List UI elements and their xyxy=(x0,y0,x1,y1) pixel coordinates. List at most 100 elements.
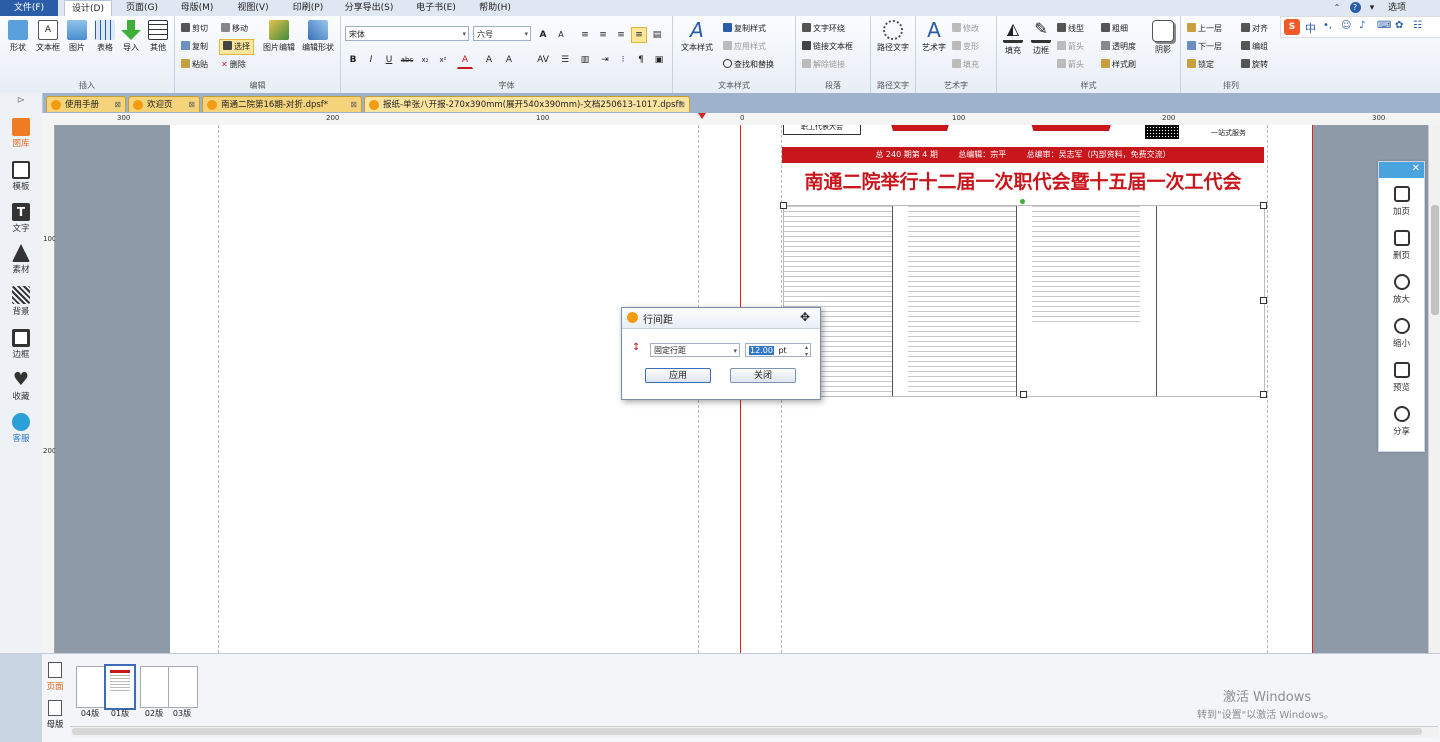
transparency-button[interactable]: 透明度 xyxy=(1101,40,1136,54)
sogou-logo-icon[interactable]: S xyxy=(1284,19,1300,35)
path-text-button[interactable]: 路径文字 xyxy=(873,20,913,53)
ime-chinese-icon[interactable]: 中 xyxy=(1305,20,1316,36)
lock-button[interactable]: 锁定 xyxy=(1187,58,1214,72)
dialog-titlebar[interactable]: 行间距 ✥ xyxy=(622,308,820,329)
selection-handle[interactable] xyxy=(1260,297,1267,304)
spacing-value-input[interactable]: 12.00 pt ▴ ▾ xyxy=(745,343,811,358)
font-color-icon[interactable]: A xyxy=(457,52,473,69)
tab-newspaper-active[interactable]: 报纸-单张八开报-270x390mm(展开540x390mm)-文档250613… xyxy=(364,96,690,112)
share-button[interactable]: 分享 xyxy=(1379,406,1424,437)
text-wrap-button[interactable]: 文字环绕 xyxy=(802,22,845,36)
menu-view[interactable]: 视图(V) xyxy=(228,0,278,16)
char-spacing-icon[interactable]: AV xyxy=(535,52,551,68)
zoom-out-button[interactable]: 缩小 xyxy=(1379,318,1424,349)
preview-button[interactable]: 预览 xyxy=(1379,362,1424,393)
group-button[interactable]: 编组 xyxy=(1241,40,1268,54)
border-icon[interactable]: ▣ xyxy=(651,52,667,68)
art-fill-button[interactable]: 填充 xyxy=(952,58,979,72)
collapse-ribbon-icon[interactable]: ⌃ xyxy=(1330,0,1344,16)
ime-menu-icon[interactable]: ☷ xyxy=(1413,20,1422,31)
thumb-page-04[interactable] xyxy=(76,666,106,708)
selection-handle[interactable] xyxy=(780,202,787,209)
delete-page-button[interactable]: 删页 xyxy=(1379,230,1424,261)
paragraph-icon[interactable]: ¶ xyxy=(633,52,649,68)
article-text-frame[interactable] xyxy=(783,205,1265,397)
sidebar-item-background[interactable]: 背景 xyxy=(0,286,42,317)
strikethrough-icon[interactable]: abc xyxy=(399,52,415,68)
shape-button[interactable]: 形状 xyxy=(4,20,32,53)
close-icon[interactable]: ✕ xyxy=(1412,163,1420,174)
copy-button[interactable]: 复制 xyxy=(181,40,208,54)
scrollbar-thumb[interactable] xyxy=(72,728,1422,735)
align-justify-icon[interactable]: ≡ xyxy=(631,27,647,43)
sidebar-item-gallery[interactable]: 图库 xyxy=(0,118,42,149)
textbox-button[interactable]: A 文本框 xyxy=(34,20,62,53)
align-center-icon[interactable]: ≡ xyxy=(595,27,611,43)
thumb-page-01[interactable] xyxy=(104,664,136,710)
deform-button[interactable]: 变形 xyxy=(952,40,979,54)
sidebar-item-template[interactable]: 模板 xyxy=(0,161,42,192)
modify-art-button[interactable]: 修改 xyxy=(952,22,979,36)
close-icon[interactable]: ⊠ xyxy=(188,97,195,112)
thumb-page-03[interactable] xyxy=(168,666,198,708)
tab-master[interactable]: 母版 xyxy=(44,700,66,730)
find-replace-button[interactable]: 查找和替换 xyxy=(723,58,774,72)
apply-button[interactable]: 应用 xyxy=(645,368,711,383)
fill-button[interactable]: ◭ 填充 xyxy=(999,20,1027,56)
font-size-select[interactable]: 六号 ▾ xyxy=(473,26,531,41)
menu-share-export[interactable]: 分享导出(S) xyxy=(338,0,400,16)
selection-handle[interactable] xyxy=(1260,391,1267,398)
apply-style-button[interactable]: 应用样式 xyxy=(723,40,766,54)
menu-design[interactable]: 设计(D) xyxy=(64,0,112,17)
bullets-icon[interactable]: ⁝ xyxy=(615,52,631,68)
menu-file[interactable]: 文件(F) xyxy=(0,0,58,16)
import-button[interactable]: 导入 xyxy=(117,20,145,53)
cut-button[interactable]: 剪切 xyxy=(181,22,208,36)
delete-button[interactable]: ✕ 删除 xyxy=(221,58,246,72)
highlight-icon[interactable]: A xyxy=(481,52,497,68)
image-edit-button[interactable]: 图片编辑 xyxy=(261,20,297,53)
copy-style-button[interactable]: 复制样式 xyxy=(723,22,766,36)
ruler-marker-icon[interactable] xyxy=(698,113,706,119)
align-left-icon[interactable]: ≡ xyxy=(577,27,593,43)
align-button[interactable]: 对齐 xyxy=(1241,22,1268,36)
zoom-in-button[interactable]: 放大 xyxy=(1379,274,1424,305)
weight-button[interactable]: 粗细 xyxy=(1101,22,1128,36)
qr-code-icon[interactable] xyxy=(1145,125,1179,139)
expand-sidebar-icon[interactable]: ⊳ xyxy=(0,95,42,106)
subscript-icon[interactable]: x₂ xyxy=(417,52,433,68)
menu-master[interactable]: 母版(M) xyxy=(172,0,222,16)
line-type-button[interactable]: 线型 xyxy=(1057,22,1084,36)
dropdown-icon[interactable]: ▾ xyxy=(1365,0,1379,16)
spacing-mode-select[interactable]: 固定行距 ▾ xyxy=(650,343,740,357)
thumb-page-02[interactable] xyxy=(140,666,170,708)
options-button[interactable]: 选项 xyxy=(1382,0,1412,16)
close-icon[interactable]: ⊠ xyxy=(114,97,121,112)
text-effect-icon[interactable]: A xyxy=(501,52,517,68)
move-button[interactable]: 移动 xyxy=(221,22,248,36)
menu-page[interactable]: 页面(G) xyxy=(118,0,166,16)
tab-pages[interactable]: 页面 xyxy=(44,662,66,692)
ime-voice-icon[interactable]: ♪ xyxy=(1359,20,1365,31)
rotate-handle[interactable] xyxy=(1020,199,1025,204)
right-page[interactable]: 职工代表大会 一站式服务 总 240 期第 4 期 总编辑：宗平 总编审：吴志军… xyxy=(741,125,1313,653)
selection-handle[interactable] xyxy=(1020,391,1027,398)
horizontal-scrollbar[interactable] xyxy=(70,726,1438,737)
distribute-icon[interactable]: ▤ xyxy=(649,27,665,43)
close-button[interactable]: 关闭 xyxy=(730,368,796,383)
headline[interactable]: 南通二院举行十二届一次职代会暨十五届一次工代会 xyxy=(782,169,1264,195)
shrink-font-button[interactable]: A xyxy=(553,27,569,43)
selection-handle[interactable] xyxy=(1260,202,1267,209)
table-button[interactable]: 表格 xyxy=(91,20,119,53)
columns-icon[interactable]: ▥ xyxy=(577,52,593,68)
art-text-button[interactable]: A 艺术字 xyxy=(918,20,950,53)
ime-keyboard-icon[interactable]: ⌨ xyxy=(1377,20,1391,31)
border-button[interactable]: ✎ 边框 xyxy=(1027,20,1055,56)
superscript-icon[interactable]: x² xyxy=(435,52,451,68)
rotate-button[interactable]: 旋转 xyxy=(1241,58,1268,72)
vertical-scrollbar[interactable] xyxy=(1428,125,1440,653)
arrow-button[interactable]: 箭头 xyxy=(1057,40,1084,54)
select-button[interactable]: 选择 xyxy=(219,39,254,55)
close-icon[interactable]: ⊠ xyxy=(350,97,357,112)
sidebar-item-border[interactable]: 边框 xyxy=(0,329,42,360)
